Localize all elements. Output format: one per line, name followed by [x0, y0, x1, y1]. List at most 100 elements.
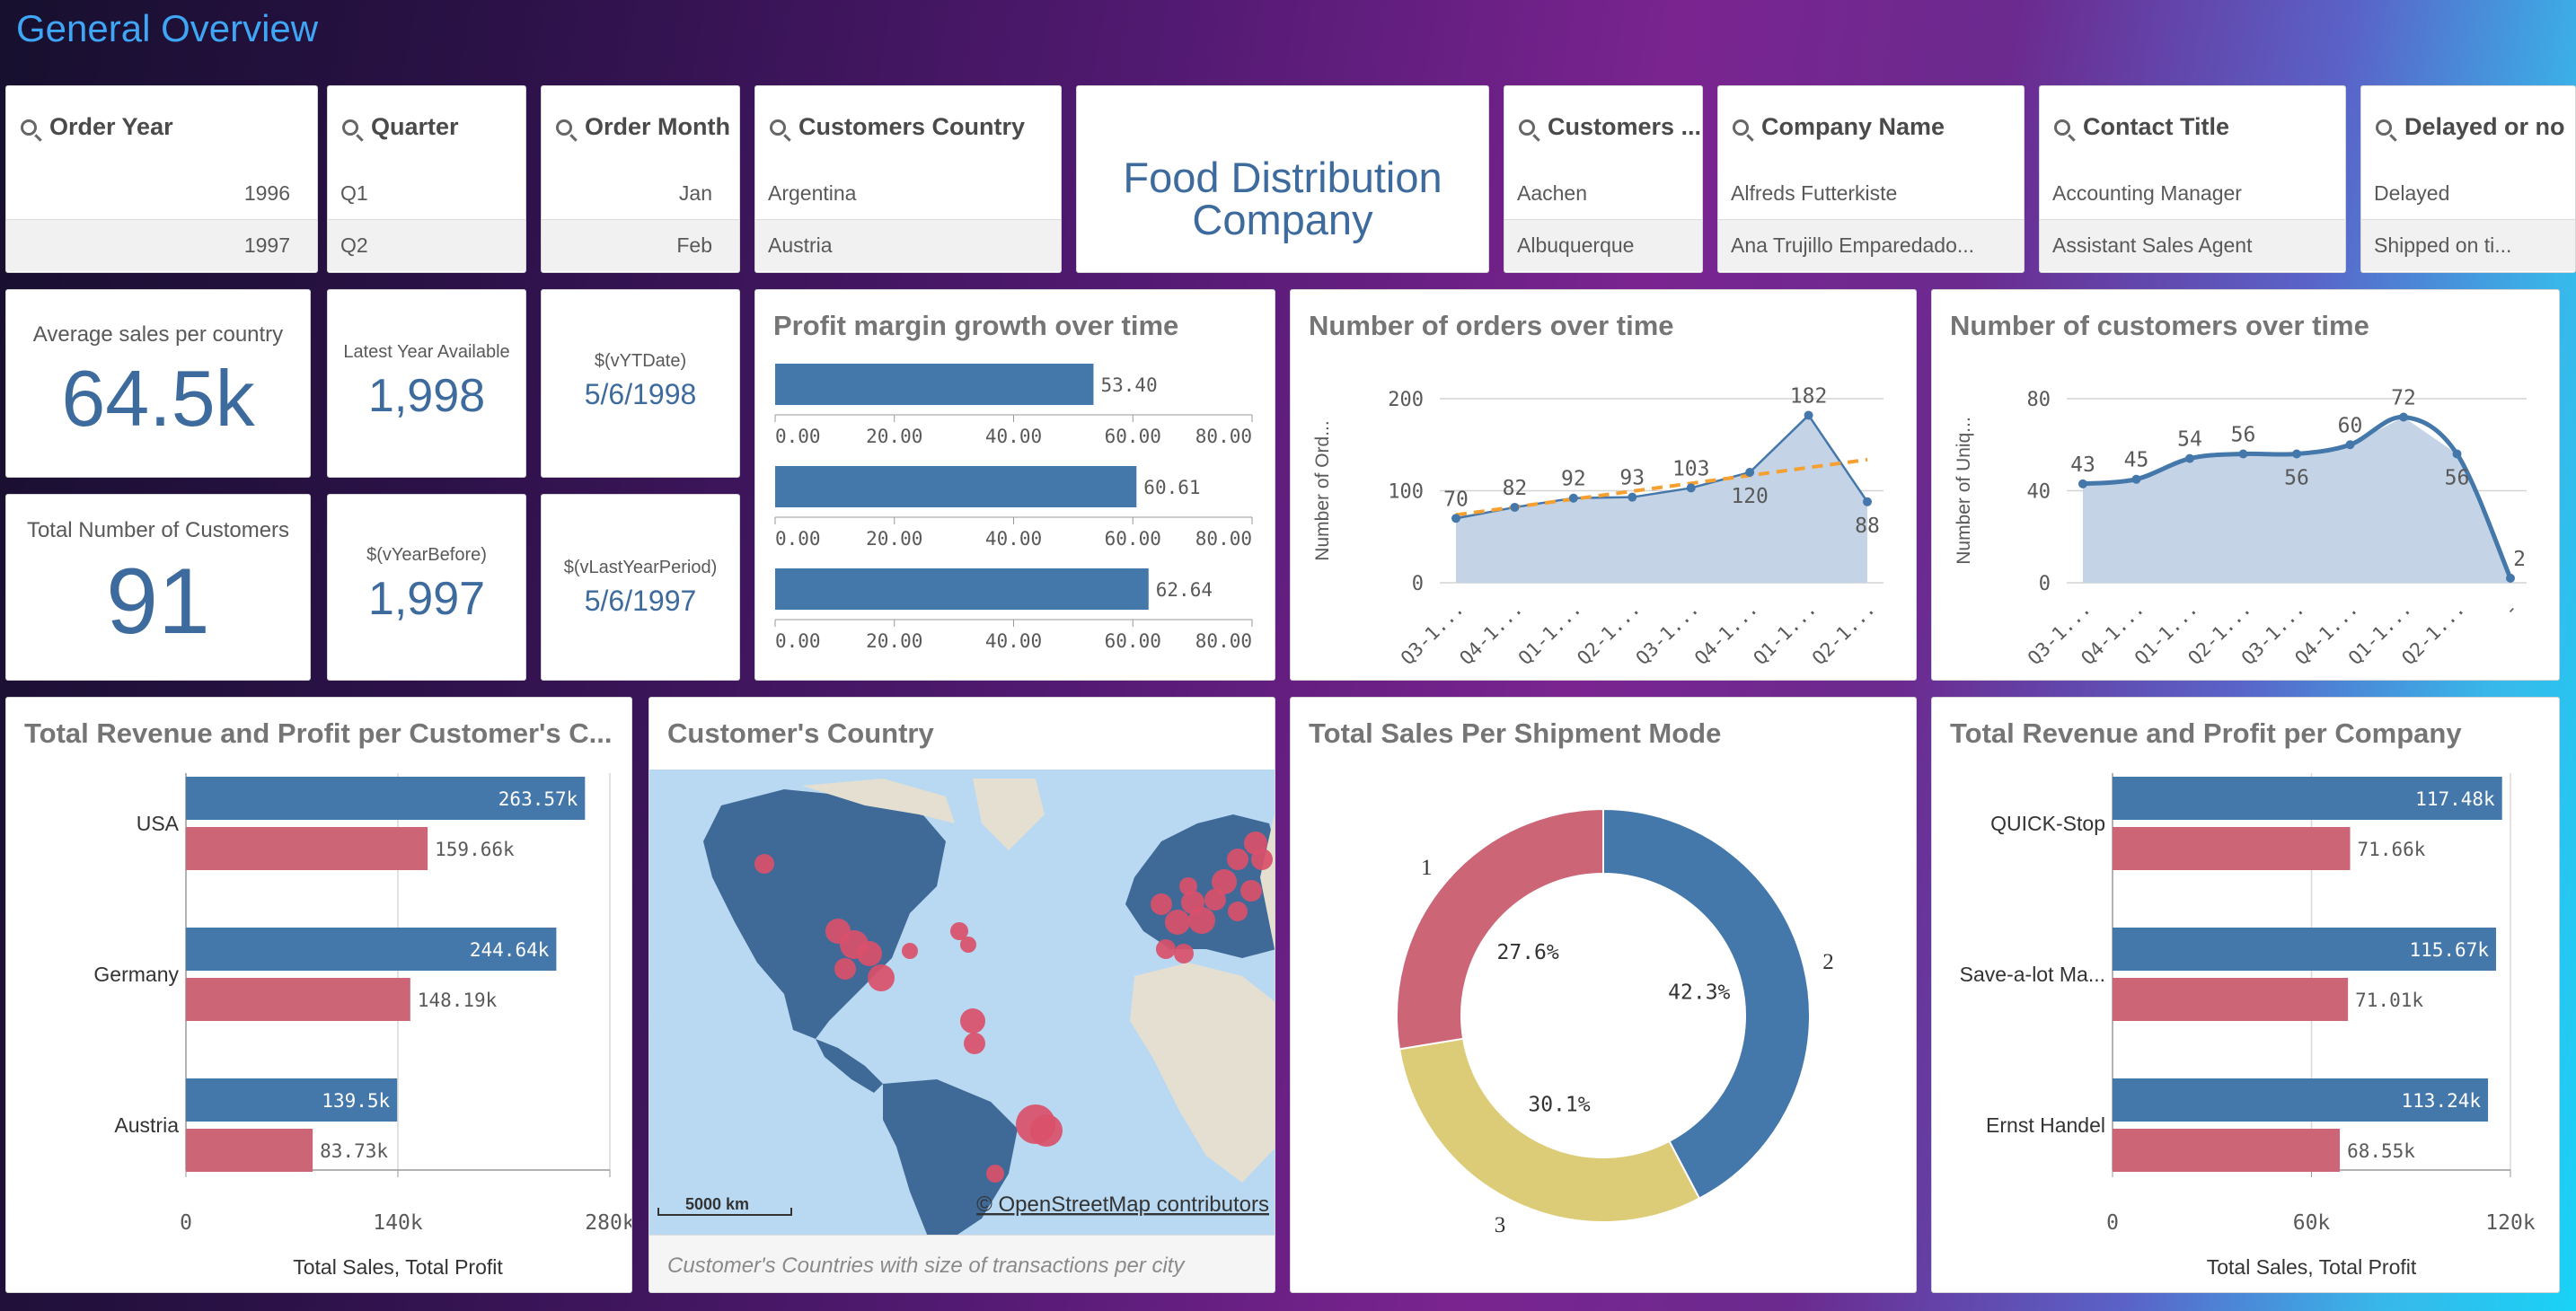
filter-pane-contact-title[interactable]: Contact Title Accounting Manager Assistant… — [2039, 85, 2346, 273]
filter-list-item[interactable]: Austria — [755, 219, 1061, 271]
bar-series-2[interactable] — [2113, 978, 2349, 1021]
filter-list-item[interactable]: Feb — [542, 219, 739, 271]
data-point[interactable] — [2452, 449, 2462, 459]
city-bubble[interactable] — [857, 941, 882, 966]
filter-list-item[interactable]: Q2 — [328, 219, 525, 271]
filter-pane-order-year[interactable]: Order Year 1996 1997 — [5, 85, 318, 273]
data-point[interactable] — [2506, 573, 2515, 583]
data-point[interactable] — [1628, 492, 1637, 502]
city-bubble[interactable] — [1165, 910, 1190, 935]
filter-list-item[interactable]: Albuquerque — [1504, 219, 1702, 271]
data-point[interactable] — [1686, 483, 1696, 493]
data-point[interactable] — [2131, 474, 2141, 484]
filter-list-item[interactable]: 1996 — [6, 167, 317, 219]
filter-title[interactable]: Order Month — [556, 113, 730, 141]
filter-title[interactable]: Quarter — [342, 113, 459, 141]
filter-list-item[interactable]: Ana Trujillo Emparedado... — [1718, 219, 2024, 271]
data-point[interactable] — [1745, 468, 1755, 477]
filter-list-item[interactable]: Argentina — [755, 167, 1061, 219]
data-point[interactable] — [2399, 412, 2408, 422]
profit-margin-chart[interactable]: Profit margin growth over time 53.40 0.00… — [754, 289, 1275, 681]
city-bubble[interactable] — [1030, 1114, 1063, 1147]
filter-list-item[interactable]: Alfreds Futterkiste — [1718, 167, 2024, 219]
filter-list-item[interactable]: Aachen — [1504, 167, 1702, 219]
filter-title[interactable]: Customers Country — [770, 113, 1025, 141]
data-point[interactable] — [2292, 449, 2301, 459]
donut-slice-1[interactable] — [1396, 807, 1604, 1051]
kpi-year-before[interactable]: $(vYearBefore) 1,997 — [327, 494, 526, 681]
filter-title[interactable]: Customers ... — [1519, 113, 1701, 141]
data-point[interactable] — [1510, 502, 1520, 512]
kpi-average-sales[interactable]: Average sales per country 64.5k — [5, 289, 311, 478]
search-icon[interactable] — [21, 119, 37, 136]
city-bubble[interactable] — [1179, 877, 1197, 895]
city-bubble[interactable] — [1188, 907, 1215, 934]
profit-margin-bar[interactable] — [775, 568, 1149, 610]
data-point[interactable] — [1451, 514, 1460, 524]
search-icon[interactable] — [556, 119, 572, 136]
map-attribution[interactable]: © OpenStreetMap contributors — [976, 1192, 1269, 1217]
search-icon[interactable] — [1519, 119, 1535, 136]
filter-list-item[interactable]: Jan — [542, 167, 739, 219]
city-bubble[interactable] — [902, 943, 918, 959]
search-icon[interactable] — [342, 119, 358, 136]
filter-title[interactable]: Delayed or no — [2376, 113, 2565, 141]
city-bubble[interactable] — [834, 958, 856, 980]
revenue-company-chart[interactable]: Total Revenue and Profit per Company 0 60… — [1931, 697, 2560, 1293]
filter-list-item[interactable]: Shipped on ti... — [2361, 219, 2575, 271]
filter-title[interactable]: Order Year — [21, 113, 173, 141]
city-bubble[interactable] — [1156, 939, 1176, 959]
filter-pane-order-month[interactable]: Order Month Jan Feb — [541, 85, 740, 273]
filter-pane-company-name[interactable]: Company Name Alfreds Futterkiste Ana Truji… — [1717, 85, 2025, 273]
filter-pane-quarter[interactable]: Quarter Q1 Q2 — [327, 85, 526, 273]
kpi-last-year-period[interactable]: $(vLastYearPeriod) 5/6/1997 — [541, 494, 740, 681]
filter-list-item[interactable]: Delayed — [2361, 167, 2575, 219]
bar-series-2[interactable] — [186, 978, 410, 1021]
city-bubble[interactable] — [1228, 902, 1248, 921]
city-bubble[interactable] — [960, 937, 976, 953]
search-icon[interactable] — [2054, 119, 2070, 136]
city-bubble[interactable] — [1251, 849, 1273, 870]
filter-list-item[interactable]: Assistant Sales Agent — [2040, 219, 2345, 271]
customer-country-map[interactable]: Customer's Country 5000 km © OpenStreetM… — [648, 697, 1275, 1293]
filter-pane-customers-country[interactable]: Customers Country Argentina Austria — [754, 85, 1062, 273]
revenue-country-chart[interactable]: Total Revenue and Profit per Customer's … — [5, 697, 632, 1293]
filter-list-item[interactable]: Accounting Manager — [2040, 167, 2345, 219]
kpi-latest-year[interactable]: Latest Year Available 1,998 — [327, 289, 526, 478]
shipment-mode-chart[interactable]: Total Sales Per Shipment Mode 42.3% 2 30.1… — [1290, 697, 1917, 1293]
profit-margin-bar[interactable] — [775, 364, 1094, 405]
search-icon[interactable] — [770, 119, 786, 136]
bar-series-2[interactable] — [186, 1129, 313, 1172]
bar-series-2[interactable] — [2113, 827, 2351, 870]
filter-title[interactable]: Contact Title — [2054, 113, 2229, 141]
bar-series-2[interactable] — [186, 827, 428, 870]
city-bubble[interactable] — [1212, 869, 1237, 894]
profit-margin-bar[interactable] — [775, 466, 1137, 507]
kpi-ytd[interactable]: $(vYTDate) 5/6/1998 — [541, 289, 740, 478]
customers-chart[interactable]: Number of customers over time 0 40 80 Numbe… — [1931, 289, 2560, 681]
filter-list-item[interactable]: Q1 — [328, 167, 525, 219]
kpi-total-customers[interactable]: Total Number of Customers 91 — [5, 494, 311, 681]
bar-series-2[interactable] — [2113, 1129, 2341, 1172]
city-bubble[interactable] — [960, 1008, 985, 1034]
city-bubble[interactable] — [986, 1165, 1004, 1183]
data-point[interactable] — [2185, 453, 2194, 463]
data-point[interactable] — [2078, 479, 2087, 488]
data-point[interactable] — [1804, 410, 1813, 420]
data-point[interactable] — [2238, 449, 2248, 459]
world-map[interactable]: 5000 km © OpenStreetMap contributors — [649, 770, 1275, 1236]
city-bubble[interactable] — [1240, 880, 1262, 902]
city-bubble[interactable] — [1151, 893, 1172, 915]
search-icon[interactable] — [1733, 119, 1749, 136]
city-bubble[interactable] — [868, 964, 895, 991]
donut-slice-3[interactable] — [1398, 1037, 1701, 1223]
city-bubble[interactable] — [1174, 944, 1194, 963]
filter-list-item[interactable]: 1997 — [6, 219, 317, 271]
filter-title[interactable]: Company Name — [1733, 113, 1945, 141]
orders-chart[interactable]: Number of orders over time 0 100 200 Number… — [1290, 289, 1917, 681]
city-bubble[interactable] — [1227, 849, 1248, 870]
city-bubble[interactable] — [964, 1033, 985, 1054]
data-point[interactable] — [1863, 497, 1872, 506]
filter-pane-customers-city[interactable]: Customers ... Aachen Albuquerque — [1504, 85, 1703, 273]
data-point[interactable] — [1568, 493, 1578, 503]
